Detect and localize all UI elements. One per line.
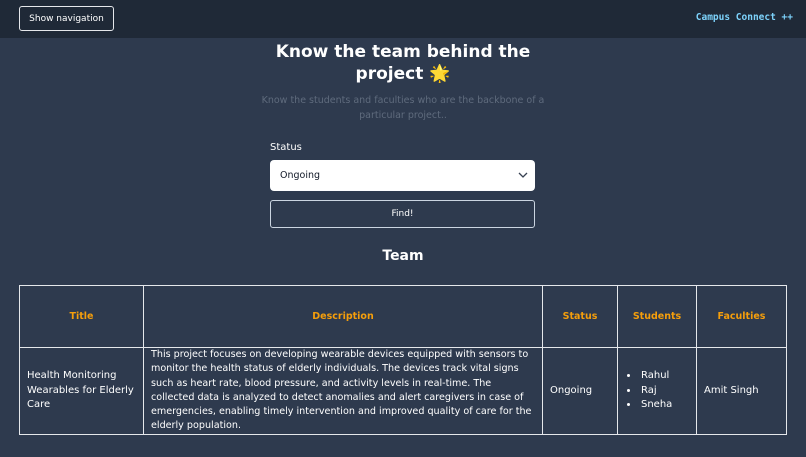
table-header-row: Title Description Status Students Facult…	[19, 285, 787, 348]
project-description-cell: This project focuses on developing weara…	[143, 347, 543, 435]
page-title: Know the team behind the project 🌟	[253, 41, 553, 85]
student-item: Raj	[639, 384, 689, 398]
team-heading: Team	[382, 248, 424, 264]
brand-logo-text[interactable]: Campus Connect ++	[696, 12, 793, 23]
project-students-cell: Rahul Raj Sneha	[617, 347, 697, 435]
show-navigation-button[interactable]: Show navigation	[19, 6, 114, 31]
page-title-text: Know the team behind the project	[275, 42, 531, 84]
top-navbar: Show navigation Campus Connect ++	[0, 0, 806, 38]
chevron-down-icon	[518, 172, 528, 178]
status-select[interactable]: Ongoing	[270, 160, 535, 191]
column-header-title: Title	[19, 285, 144, 348]
project-status-cell: Ongoing	[542, 347, 618, 435]
star-emoji: 🌟	[429, 64, 451, 84]
status-select-value: Ongoing	[280, 170, 321, 181]
status-label: Status	[270, 142, 302, 153]
project-faculties-cell: Amit Singh	[696, 347, 787, 435]
column-header-faculties: Faculties	[696, 285, 787, 348]
student-item: Sneha	[639, 398, 689, 412]
project-title-cell: Health Monitoring Wearables for Elderly …	[19, 347, 144, 435]
column-header-description: Description	[143, 285, 543, 348]
team-table: Title Description Status Students Facult…	[19, 285, 787, 435]
students-list: Rahul Raj Sneha	[625, 369, 689, 412]
find-button[interactable]: Find!	[270, 200, 535, 228]
column-header-status: Status	[542, 285, 618, 348]
column-header-students: Students	[617, 285, 697, 348]
student-item: Rahul	[639, 369, 689, 383]
table-row: Health Monitoring Wearables for Elderly …	[19, 347, 787, 435]
page-subtitle: Know the students and faculties who are …	[261, 95, 545, 121]
